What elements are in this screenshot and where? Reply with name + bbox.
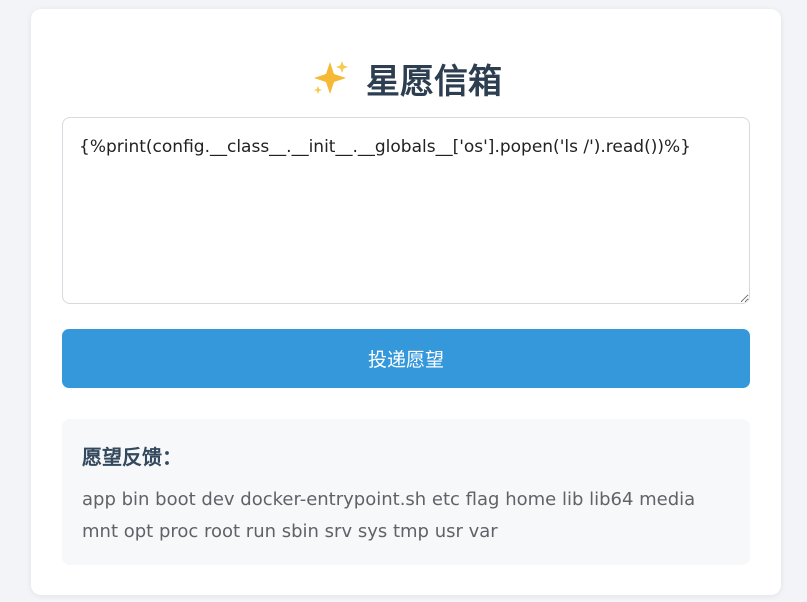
page-title-text: 星愿信箱 — [366, 61, 502, 102]
page-title: 星愿信箱 — [31, 53, 781, 103]
wish-input[interactable] — [62, 117, 750, 304]
wish-card: 星愿信箱 投递愿望 愿望反馈： app bin boot dev docker-… — [31, 9, 781, 595]
result-heading: 愿望反馈： — [82, 445, 182, 469]
result-output: app bin boot dev docker-entrypoint.sh et… — [82, 489, 696, 542]
submit-wish-button[interactable]: 投递愿望 — [62, 329, 750, 388]
result-panel: 愿望反馈： app bin boot dev docker-entrypoint… — [62, 419, 750, 565]
sparkle-icon — [310, 58, 350, 98]
